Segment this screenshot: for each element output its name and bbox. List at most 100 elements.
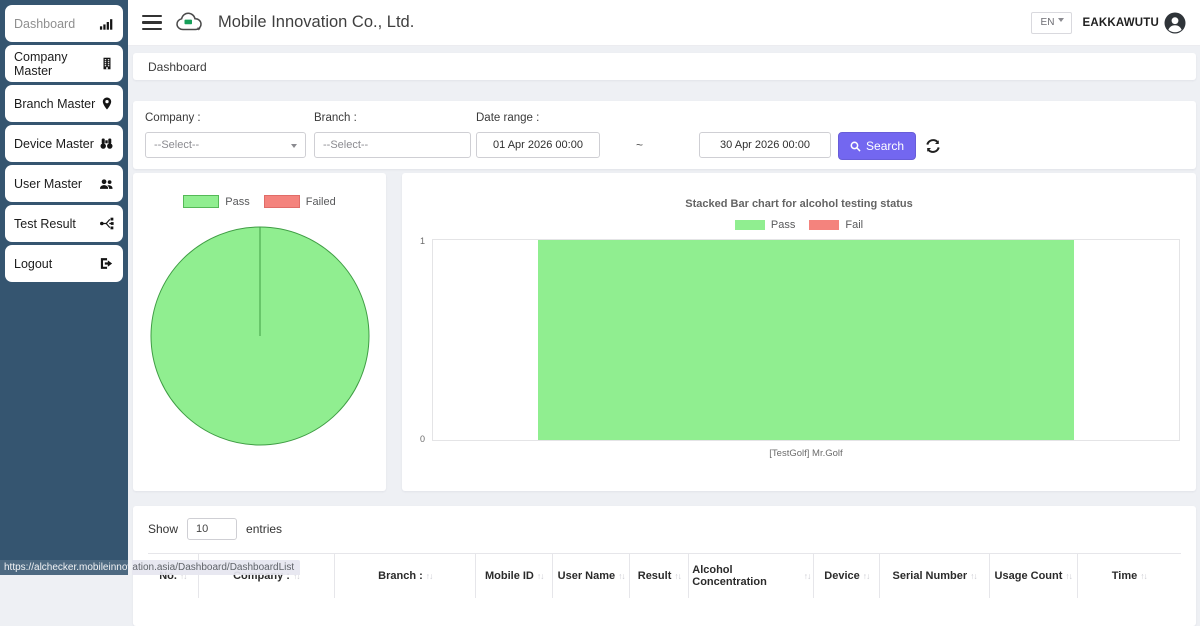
app-title: Mobile Innovation Co., Ltd. (218, 13, 414, 32)
language-label: EN (1041, 17, 1055, 28)
sidebar-item-label: Test Result (14, 217, 76, 231)
company-label: Company : (145, 112, 306, 125)
column-header-user-name[interactable]: User Name (553, 554, 630, 598)
user-name: EAKKAWUTU (1082, 17, 1159, 29)
daterange-separator: ~ (636, 132, 643, 158)
avatar[interactable] (1164, 12, 1186, 34)
y-axis-tick-min: 0 (420, 434, 425, 444)
location-pin-icon (100, 96, 114, 111)
bar-chart-plot-area[interactable]: 1 0 (432, 239, 1180, 441)
entries-label: entries (246, 522, 282, 536)
daterange-label: Date range : (476, 112, 600, 125)
pie-legend: Pass Failed (133, 195, 386, 208)
sort-icon (970, 571, 977, 581)
show-label: Show (148, 522, 178, 536)
refresh-sync-icon[interactable] (925, 132, 941, 160)
status-url-part-2: ation.asia/Dashboard/DashboardList (132, 560, 300, 575)
charts-row: Pass Failed Stacked Bar chart for alcoho… (133, 173, 1196, 491)
pie-chart[interactable] (150, 226, 370, 446)
sidebar: Dashboard Company Master Branch Master D… (0, 0, 128, 575)
cloud-logo-icon[interactable] (175, 11, 205, 34)
bar-chart-card: Stacked Bar chart for alcohol testing st… (402, 173, 1196, 491)
caret-down-icon (291, 144, 297, 148)
bar-legend: Pass Fail (402, 219, 1196, 231)
filter-bar: Company : --Select-- Branch : --Select--… (133, 101, 1196, 169)
column-header-usage-count[interactable]: Usage Count (990, 554, 1078, 598)
sort-icon (618, 571, 625, 581)
search-magnifier-icon (850, 141, 861, 152)
language-dropdown[interactable]: EN (1031, 12, 1073, 34)
search-button[interactable]: Search (838, 132, 916, 160)
branch-filter-group: Branch : --Select-- (314, 111, 471, 158)
sort-icon (1140, 571, 1147, 581)
logout-icon (99, 256, 114, 271)
company-filter-group: Company : --Select-- (145, 111, 306, 158)
sidebar-item-company-master[interactable]: Company Master (5, 45, 123, 82)
show-entries-control: Show entries (148, 518, 1181, 540)
main-content: Dashboard Company : --Select-- Branch : … (128, 46, 1200, 575)
sidebar-item-user-master[interactable]: User Master (5, 165, 123, 202)
sort-icon (863, 571, 870, 581)
entries-count-input[interactable] (187, 518, 237, 540)
daterange-separator-group: ~ (600, 111, 643, 158)
top-header: Mobile Innovation Co., Ltd. EN EAKKAWUTU (128, 0, 1200, 46)
y-axis-tick-max: 1 (420, 236, 425, 246)
status-url-part-1: https://alchecker.mobileinnov (0, 560, 132, 575)
search-group: Search (831, 111, 916, 160)
legend-pass-label[interactable]: Pass (225, 196, 249, 208)
branch-select[interactable]: --Select-- (314, 132, 471, 158)
sort-icon (674, 571, 681, 581)
sort-icon (804, 571, 811, 581)
company-select[interactable]: --Select-- (145, 132, 306, 158)
sidebar-item-label: Device Master (14, 137, 94, 151)
sidebar-item-test-result[interactable]: Test Result (5, 205, 123, 242)
sidebar-item-label: Dashboard (14, 17, 75, 31)
x-axis-category-label: [TestGolf] Mr.Golf (432, 448, 1180, 459)
column-header-mobile-id[interactable]: Mobile ID (476, 554, 552, 598)
legend-failed-label[interactable]: Failed (306, 196, 336, 208)
refresh-group (916, 111, 941, 160)
date-from-input[interactable] (476, 132, 600, 158)
sidebar-item-logout[interactable]: Logout (5, 245, 123, 282)
branch-label: Branch : (314, 112, 471, 125)
status-bar-url: https://alchecker.mobileinnovation.asia/… (0, 560, 300, 575)
caret-down-icon (1058, 18, 1064, 22)
sidebar-item-dashboard[interactable]: Dashboard (5, 5, 123, 42)
pie-chart-card: Pass Failed (133, 173, 386, 491)
sort-icon (426, 571, 433, 581)
sidebar-item-branch-master[interactable]: Branch Master (5, 85, 123, 122)
column-header-device[interactable]: Device (814, 554, 880, 598)
building-icon (100, 56, 114, 71)
sidebar-item-device-master[interactable]: Device Master (5, 125, 123, 162)
column-header-time[interactable]: Time (1078, 554, 1181, 598)
legend-fail-swatch[interactable] (809, 220, 839, 230)
sort-icon (1065, 571, 1072, 581)
users-icon (99, 176, 114, 191)
date-to-input[interactable] (699, 132, 831, 158)
pass-bar[interactable] (538, 240, 1074, 440)
legend-fail-label[interactable]: Fail (845, 219, 863, 231)
legend-pass-swatch[interactable] (183, 195, 219, 208)
flow-icon (99, 216, 114, 231)
hamburger-icon[interactable] (142, 15, 162, 30)
sidebar-item-label: User Master (14, 177, 82, 191)
sidebar-item-label: Logout (14, 257, 52, 271)
signal-bars-icon (99, 16, 114, 31)
column-header-branch[interactable]: Branch : (335, 554, 477, 598)
legend-failed-swatch[interactable] (264, 195, 300, 208)
sidebar-item-label: Company Master (14, 50, 100, 78)
bar-chart-title: Stacked Bar chart for alcohol testing st… (402, 198, 1196, 210)
column-header-alcohol-concentration[interactable]: Alcohol Concentration (689, 554, 814, 598)
legend-pass-label[interactable]: Pass (771, 219, 795, 231)
legend-pass-swatch[interactable] (735, 220, 765, 230)
search-button-label: Search (866, 139, 904, 153)
sort-icon (537, 571, 544, 581)
branch-select-value: --Select-- (323, 139, 368, 151)
breadcrumb: Dashboard (133, 53, 1196, 80)
column-header-result[interactable]: Result (630, 554, 689, 598)
dateto-group (643, 111, 831, 158)
breadcrumb-label: Dashboard (148, 60, 207, 74)
column-header-serial-number[interactable]: Serial Number (880, 554, 989, 598)
company-select-value: --Select-- (154, 139, 199, 151)
sidebar-item-label: Branch Master (14, 97, 95, 111)
